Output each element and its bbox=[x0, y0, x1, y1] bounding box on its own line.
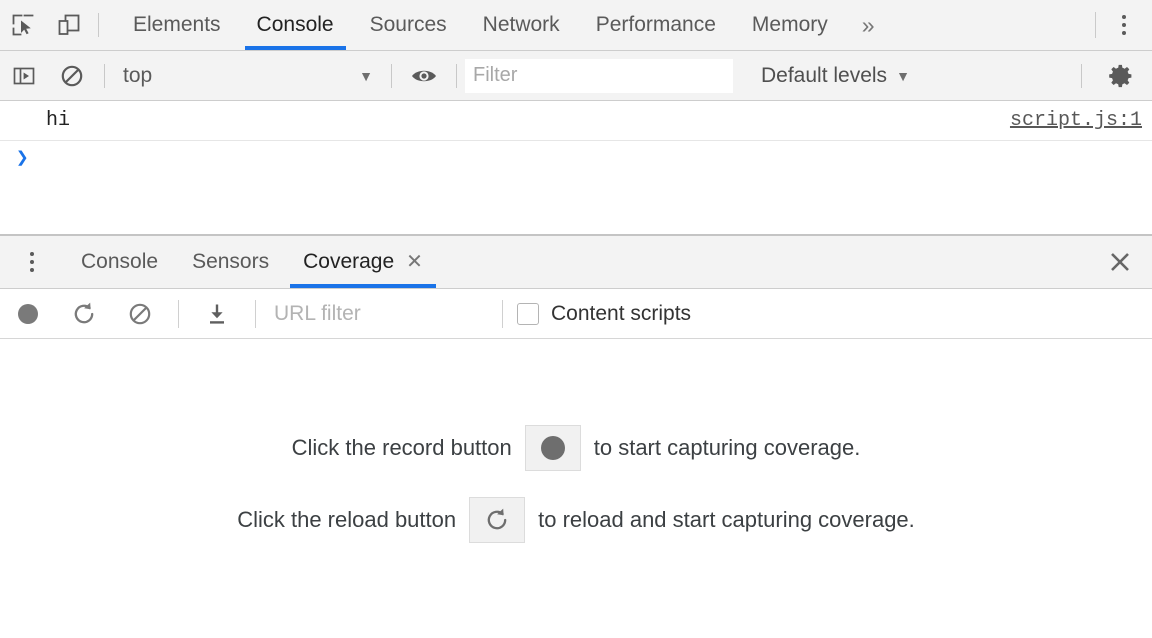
coverage-toolbar-divider-2 bbox=[255, 300, 256, 328]
coverage-hint-reload-after: to reload and start capturing coverage. bbox=[538, 507, 915, 533]
console-toolbar-divider-4 bbox=[1081, 64, 1082, 88]
clear-console-icon bbox=[59, 63, 85, 89]
content-scripts-checkbox[interactable] bbox=[517, 303, 539, 325]
coverage-toolbar: Content scripts bbox=[0, 289, 1152, 339]
tab-elements[interactable]: Elements bbox=[115, 0, 239, 50]
tabbar-spacer bbox=[891, 0, 1095, 50]
console-message-row[interactable]: hi script.js:1 bbox=[0, 101, 1152, 141]
close-icon[interactable]: ✕ bbox=[406, 252, 423, 272]
content-scripts-label: Content scripts bbox=[551, 302, 691, 326]
console-message-text: hi bbox=[46, 109, 1010, 132]
coverage-hint-record-after: to start capturing coverage. bbox=[594, 435, 861, 461]
main-menu-button[interactable] bbox=[1096, 0, 1152, 50]
devtools-drawer: Console Sensors Coverage ✕ bbox=[0, 235, 1152, 638]
console-sidebar-toggle-icon bbox=[11, 63, 37, 89]
coverage-toolbar-divider-3 bbox=[502, 300, 503, 328]
drawer-tab-console[interactable]: Console bbox=[64, 236, 175, 288]
execution-context-value: top bbox=[123, 64, 359, 88]
kebab-dot bbox=[30, 260, 34, 264]
execution-context-selector[interactable]: top ▼ bbox=[113, 51, 383, 101]
drawer-tab-sensors[interactable]: Sensors bbox=[175, 236, 286, 288]
tab-memory-label: Memory bbox=[752, 13, 828, 37]
drawer-tab-coverage-label: Coverage bbox=[303, 250, 394, 274]
kebab-dot bbox=[30, 252, 34, 256]
log-levels-label: Default levels bbox=[761, 64, 887, 88]
gear-icon bbox=[1107, 62, 1135, 90]
drawer-tab-console-label: Console bbox=[81, 250, 158, 274]
console-filter-input[interactable] bbox=[465, 59, 733, 93]
tab-performance-label: Performance bbox=[596, 13, 716, 37]
tab-sources-label: Sources bbox=[370, 13, 447, 37]
tab-elements-label: Elements bbox=[133, 13, 221, 37]
coverage-export-button[interactable] bbox=[189, 289, 245, 339]
console-message-source-link[interactable]: script.js:1 bbox=[1010, 109, 1142, 132]
settings-button[interactable] bbox=[1090, 51, 1152, 101]
kebab-dot bbox=[30, 268, 34, 272]
download-icon bbox=[204, 301, 230, 327]
url-filter-input[interactable] bbox=[266, 294, 492, 334]
chevron-double-right-icon: » bbox=[862, 12, 875, 39]
more-tabs-button[interactable]: » bbox=[846, 0, 891, 50]
console-prompt-row[interactable]: ❯ bbox=[0, 141, 1152, 187]
clear-icon bbox=[127, 301, 153, 327]
coverage-clear-button[interactable] bbox=[112, 289, 168, 339]
tab-network-label: Network bbox=[483, 13, 560, 37]
tab-console-label: Console bbox=[257, 13, 334, 37]
device-toolbar-icon bbox=[56, 12, 82, 38]
coverage-reload-button[interactable] bbox=[56, 289, 112, 339]
record-icon bbox=[541, 436, 565, 460]
main-tab-list: Elements Console Sources Network Perform… bbox=[115, 0, 846, 50]
clear-console-button[interactable] bbox=[48, 51, 96, 101]
inspect-element-icon bbox=[10, 12, 36, 38]
log-levels-selector[interactable]: Default levels ▼ bbox=[747, 51, 924, 101]
coverage-record-button[interactable] bbox=[0, 289, 56, 339]
coverage-toolbar-divider bbox=[178, 300, 179, 328]
device-toolbar-button[interactable] bbox=[46, 0, 92, 50]
console-output-area: hi script.js:1 ❯ bbox=[0, 101, 1152, 235]
console-sidebar-toggle-button[interactable] bbox=[0, 51, 48, 101]
console-toolbar-divider-3 bbox=[456, 64, 457, 88]
tab-memory[interactable]: Memory bbox=[734, 0, 846, 50]
inspect-element-button[interactable] bbox=[0, 0, 46, 50]
chevron-down-icon: ▼ bbox=[359, 68, 373, 84]
drawer-tabbar-spacer bbox=[440, 236, 1088, 288]
kebab-dot bbox=[1122, 31, 1126, 35]
coverage-hint-record: Click the record button to start capturi… bbox=[292, 425, 861, 471]
chevron-down-icon: ▼ bbox=[896, 68, 910, 84]
inline-record-button[interactable] bbox=[525, 425, 581, 471]
console-toolbar: top ▼ Default levels ▼ bbox=[0, 51, 1152, 101]
reload-icon bbox=[484, 507, 510, 533]
kebab-dot bbox=[1122, 15, 1126, 19]
tab-console[interactable]: Console bbox=[239, 0, 352, 50]
coverage-hint-reload: Click the reload button to reload and st… bbox=[237, 497, 915, 543]
close-icon bbox=[1107, 249, 1133, 275]
coverage-hint-reload-before: Click the reload button bbox=[237, 507, 456, 533]
inline-reload-button[interactable] bbox=[469, 497, 525, 543]
tab-performance[interactable]: Performance bbox=[578, 0, 734, 50]
tab-network[interactable]: Network bbox=[465, 0, 578, 50]
kebab-dot bbox=[1122, 23, 1126, 27]
content-scripts-toggle[interactable]: Content scripts bbox=[513, 302, 691, 326]
live-expression-button[interactable] bbox=[400, 51, 448, 101]
coverage-hint-record-before: Click the record button bbox=[292, 435, 512, 461]
toolbar-divider bbox=[98, 13, 99, 37]
record-icon bbox=[15, 301, 41, 327]
tab-sources[interactable]: Sources bbox=[352, 0, 465, 50]
coverage-empty-state: Click the record button to start capturi… bbox=[0, 339, 1152, 638]
console-toolbar-divider bbox=[104, 64, 105, 88]
drawer-tabbar: Console Sensors Coverage ✕ bbox=[0, 235, 1152, 289]
drawer-tab-sensors-label: Sensors bbox=[192, 250, 269, 274]
devtools-main-tabbar: Elements Console Sources Network Perform… bbox=[0, 0, 1152, 51]
prompt-arrow-icon: ❯ bbox=[16, 149, 29, 170]
close-drawer-button[interactable] bbox=[1088, 236, 1152, 288]
reload-icon bbox=[71, 301, 97, 327]
console-toolbar-divider-2 bbox=[391, 64, 392, 88]
eye-icon bbox=[410, 65, 438, 87]
drawer-tab-coverage[interactable]: Coverage ✕ bbox=[286, 236, 440, 288]
drawer-menu-button[interactable] bbox=[0, 236, 64, 288]
